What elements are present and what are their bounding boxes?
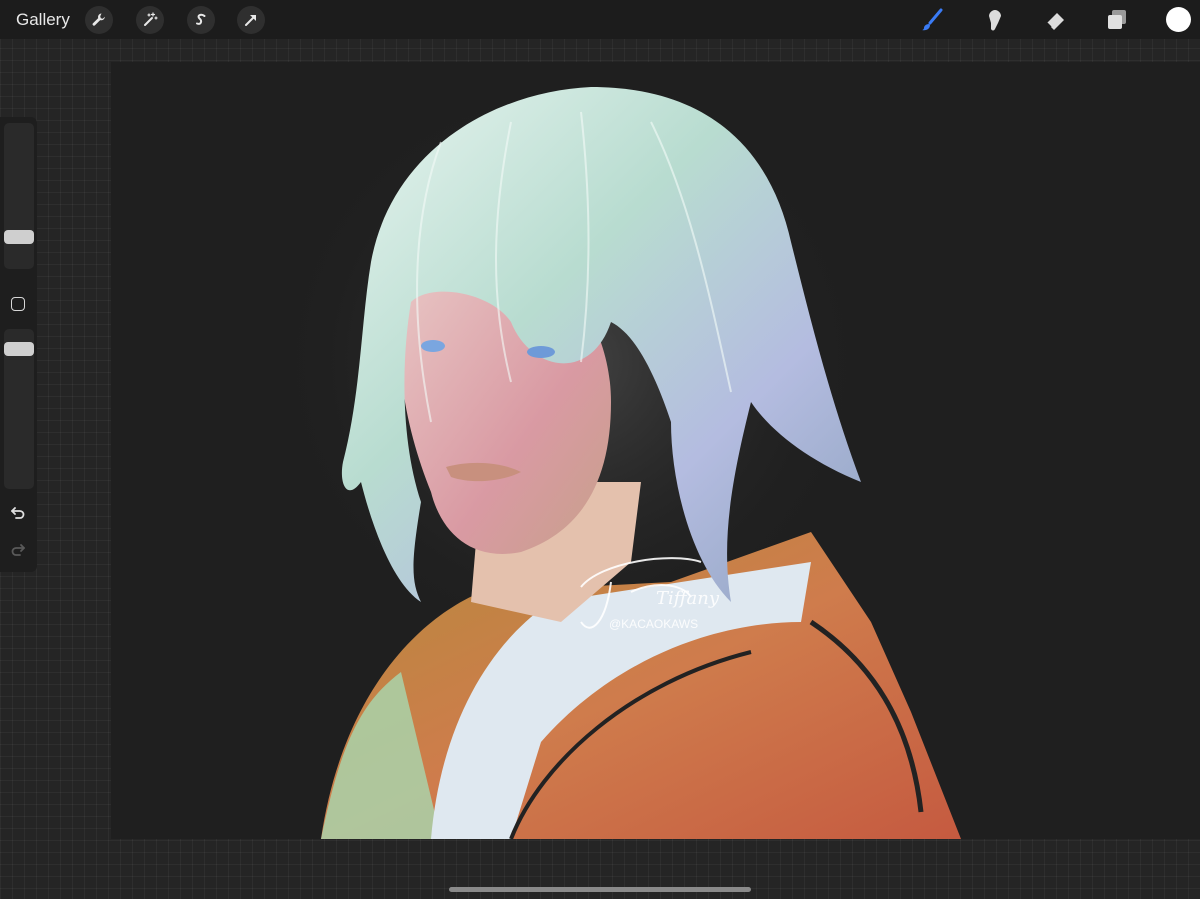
selection-s-icon	[196, 13, 206, 25]
undo-icon	[11, 507, 25, 519]
artwork-painting: Tiffany @KACAOKAWS	[271, 72, 961, 839]
undo-button[interactable]	[8, 502, 28, 522]
layers-icon	[1108, 10, 1126, 29]
artwork-handle: @KACAOKAWS	[609, 617, 698, 631]
opacity-thumb[interactable]	[4, 342, 34, 356]
actions-button[interactable]	[85, 6, 113, 34]
top-toolbar: Gallery	[0, 0, 1200, 39]
eraser-tool-button[interactable]	[1042, 6, 1070, 34]
home-indicator[interactable]	[449, 887, 751, 892]
wrench-icon	[92, 13, 105, 26]
brush-size-slider[interactable]	[4, 123, 34, 269]
modify-button[interactable]	[11, 297, 25, 311]
magic-wand-icon	[144, 12, 158, 26]
arrow-transform-icon	[245, 15, 256, 26]
selection-button[interactable]	[187, 6, 215, 34]
brush-tool-button[interactable]	[918, 6, 946, 34]
eraser-icon	[1046, 13, 1064, 30]
brush-size-thumb[interactable]	[4, 230, 34, 244]
artwork-signature: Tiffany	[656, 588, 720, 609]
gallery-button[interactable]: Gallery	[16, 10, 70, 30]
layers-button[interactable]	[1103, 6, 1131, 34]
adjustments-button[interactable]	[136, 6, 164, 34]
transform-button[interactable]	[237, 6, 265, 34]
smudge-icon	[989, 10, 1001, 31]
smudge-tool-button[interactable]	[980, 6, 1008, 34]
redo-button[interactable]	[8, 539, 28, 559]
color-picker-button[interactable]	[1166, 7, 1191, 32]
redo-icon	[11, 544, 25, 556]
drawing-canvas[interactable]: Tiffany @KACAOKAWS	[111, 62, 1200, 839]
brush-icon	[922, 8, 943, 31]
brush-sidebar	[0, 117, 37, 572]
